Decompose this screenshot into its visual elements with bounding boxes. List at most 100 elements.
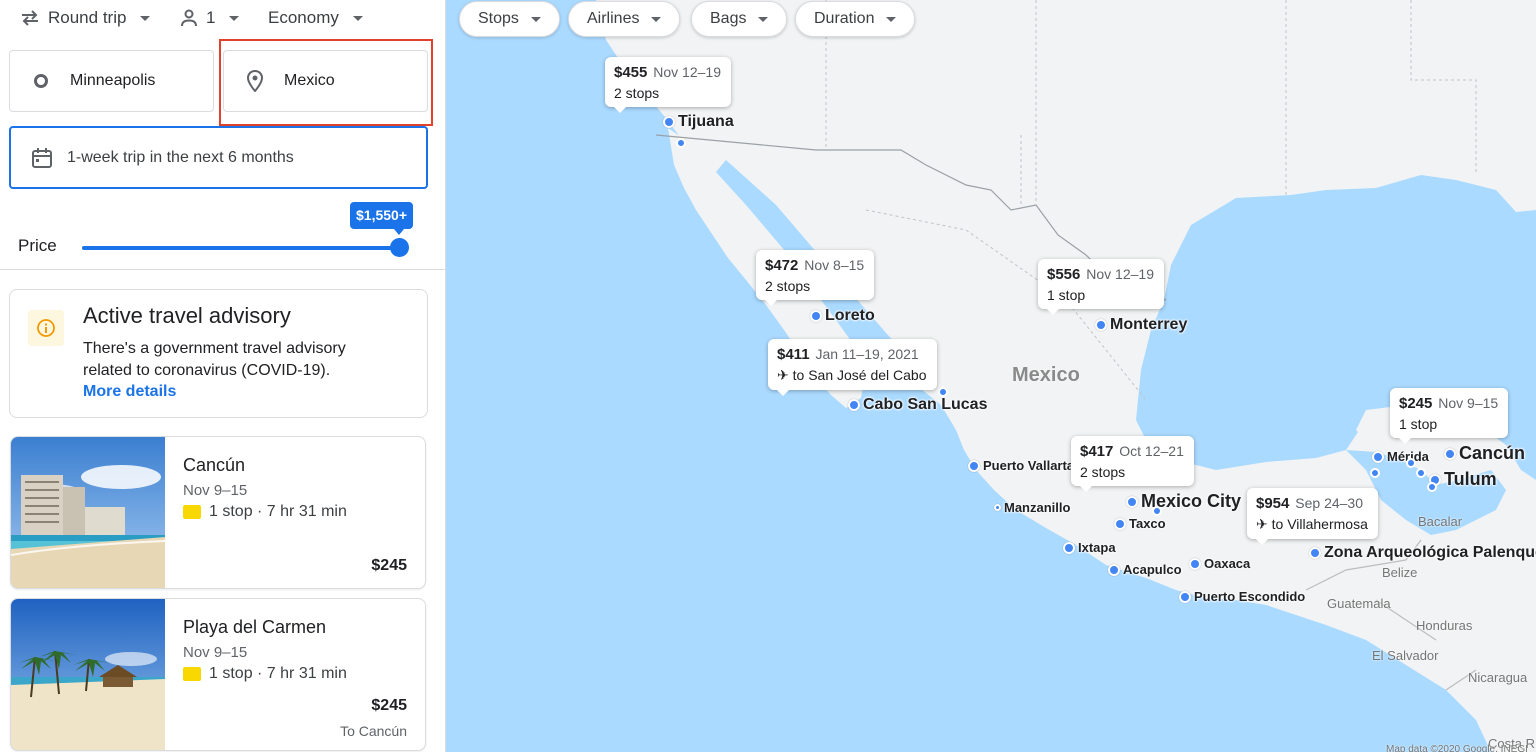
- price-slider-value: $1,550+: [350, 202, 413, 235]
- city-mexico-city[interactable]: Mexico City: [1126, 491, 1241, 512]
- map-label-bacalar: Bacalar: [1418, 514, 1463, 529]
- city-monterrey[interactable]: Monterrey: [1095, 316, 1187, 334]
- city-puerto-escondido[interactable]: Puerto Escondido: [1179, 589, 1305, 604]
- trip-options-bar: Round trip 1 Economy: [0, 0, 445, 40]
- map-attribution: Map data ©2020 Google, INEGI: [1386, 744, 1528, 752]
- destination-card[interactable]: Cancún Nov 9–15 1 stop · 7 hr 31 min $24…: [10, 436, 426, 589]
- city-tulum[interactable]: Tulum: [1429, 469, 1497, 490]
- airport-dot[interactable]: [1152, 506, 1162, 516]
- flight-stops-duration: 1 stop · 7 hr 31 min: [209, 503, 347, 520]
- airplane-icon: ✈: [777, 367, 789, 383]
- callout-stops: 2 stops: [765, 278, 811, 294]
- more-details-link[interactable]: More details: [83, 383, 176, 401]
- city-loreto[interactable]: Loreto: [810, 307, 875, 325]
- callout-stops: 1 stop: [1047, 287, 1086, 303]
- price-callout-mexico-city[interactable]: $417 Oct 12–21 2 stops: [1071, 436, 1194, 492]
- callout-price: $417: [1080, 443, 1114, 460]
- destination-price: $245: [371, 557, 407, 574]
- callout-price: $245: [1399, 395, 1433, 412]
- origin-field[interactable]: Minneapolis: [9, 50, 214, 112]
- destination-name: Cancún: [183, 455, 246, 475]
- person-icon: [181, 9, 197, 27]
- map[interactable]: Stops Airlines Bags Duration Mexico Tiju…: [446, 0, 1536, 752]
- passengers-count: 1: [206, 8, 216, 27]
- city-cabo-san-lucas[interactable]: Cabo San Lucas: [848, 396, 987, 414]
- chevron-down-icon: [651, 16, 662, 22]
- info-icon: [28, 310, 64, 346]
- price-slider-handle[interactable]: [390, 238, 409, 257]
- destination-price: $245: [371, 697, 407, 714]
- country-label: Mexico: [1012, 364, 1080, 386]
- advisory-title: Active travel advisory: [83, 303, 291, 328]
- airport-dot[interactable]: [938, 387, 948, 397]
- callout-stops: 2 stops: [1080, 464, 1126, 480]
- chevron-down-icon: [140, 15, 151, 21]
- price-slider-track[interactable]: [82, 246, 400, 250]
- bags-filter-label: Bags: [710, 10, 747, 27]
- airport-dot[interactable]: [1406, 458, 1416, 468]
- cabin-class-dropdown[interactable]: Economy: [268, 8, 363, 28]
- bags-filter-chip[interactable]: Bags: [691, 1, 788, 37]
- destination-photo: [11, 599, 165, 750]
- airlines-filter-chip[interactable]: Airlines: [568, 1, 681, 37]
- airport-dot[interactable]: [1427, 482, 1437, 492]
- location-pin-icon: [1444, 447, 1456, 460]
- city-label: Cabo San Lucas: [863, 396, 988, 413]
- city-label: Puerto Escondido: [1194, 589, 1306, 604]
- callout-detail: ✈ to Villahermosa: [1256, 516, 1368, 533]
- city-oaxaca[interactable]: Oaxaca: [1189, 556, 1250, 571]
- destination-field[interactable]: Mexico: [223, 50, 428, 112]
- airline-logo-icon: [183, 667, 201, 681]
- duration-filter-chip[interactable]: Duration: [795, 1, 916, 37]
- callout-dates: Nov 9–15: [1438, 395, 1499, 411]
- callout-destination: to San José del Cabo: [792, 367, 927, 383]
- callout-dates: Oct 12–21: [1119, 443, 1184, 459]
- origin-value: Minneapolis: [70, 72, 156, 89]
- city-label: Tulum: [1444, 469, 1497, 489]
- price-callout-loreto[interactable]: $472 Nov 8–15 2 stops: [756, 250, 875, 306]
- travel-advisory-card: Active travel advisory There's a governm…: [9, 289, 428, 418]
- destination-photo: [11, 437, 165, 588]
- city-merida[interactable]: Mérida: [1372, 449, 1429, 464]
- airline-logo-icon: [183, 505, 201, 519]
- callout-stops: 2 stops: [614, 85, 660, 101]
- advisory-text: There's a government travel advisory rel…: [83, 340, 346, 379]
- city-palenque[interactable]: Zona Arqueológica Palenque: [1309, 544, 1536, 562]
- flight-stops-duration: 1 stop · 7 hr 31 min: [209, 665, 347, 682]
- price-callout-cancun[interactable]: $245 Nov 9–15 1 stop: [1390, 388, 1509, 444]
- price-label: Price: [18, 236, 57, 255]
- circle-icon: [34, 74, 48, 88]
- price-callout-monterrey[interactable]: $556 Nov 12–19 1 stop: [1038, 259, 1164, 315]
- price-callout-cabo[interactable]: $411 Jan 11–19, 2021 ✈ to San José del C…: [768, 339, 937, 396]
- price-callout-tijuana[interactable]: $455 Nov 12–19 2 stops: [605, 57, 731, 113]
- airport-dot[interactable]: [1370, 468, 1380, 478]
- city-label: Puerto Vallarta: [983, 458, 1075, 473]
- destination-card[interactable]: Playa del Carmen Nov 9–15 1 stop · 7 hr …: [10, 598, 426, 751]
- map-label-belize: Belize: [1382, 565, 1418, 580]
- city-label: Taxco: [1129, 516, 1166, 531]
- passengers-dropdown[interactable]: 1: [180, 8, 240, 28]
- location-pin-icon: [663, 116, 675, 128]
- airplane-icon: ✈: [1256, 516, 1268, 532]
- city-cancun[interactable]: Cancún: [1444, 443, 1525, 464]
- city-label: Loreto: [825, 307, 875, 324]
- airport-dot[interactable]: [676, 138, 686, 148]
- city-taxco[interactable]: Taxco: [1114, 516, 1166, 531]
- callout-dates: Nov 12–19: [653, 64, 721, 80]
- dates-field[interactable]: 1-week trip in the next 6 months: [9, 126, 428, 189]
- stops-filter-chip[interactable]: Stops: [459, 1, 560, 37]
- city-ixtapa[interactable]: Ixtapa: [1063, 540, 1116, 555]
- callout-dates: Sep 24–30: [1295, 495, 1363, 511]
- trip-type-dropdown[interactable]: Round trip: [20, 8, 151, 28]
- city-tijuana[interactable]: Tijuana: [663, 113, 734, 131]
- price-callout-villahermosa[interactable]: $954 Sep 24–30 ✈ to Villahermosa: [1247, 488, 1378, 545]
- cabin-class-label: Economy: [268, 8, 339, 27]
- destination-dates: Nov 9–15: [183, 482, 248, 499]
- airport-dot[interactable]: [1416, 468, 1426, 478]
- city-acapulco[interactable]: Acapulco: [1108, 562, 1182, 577]
- city-manzanillo[interactable]: Manzanillo: [994, 500, 1070, 515]
- city-puerto-vallarta[interactable]: Puerto Vallarta: [968, 458, 1074, 473]
- chevron-down-icon: [758, 16, 769, 22]
- city-label: Monterrey: [1110, 316, 1188, 333]
- callout-dates: Nov 12–19: [1086, 266, 1154, 282]
